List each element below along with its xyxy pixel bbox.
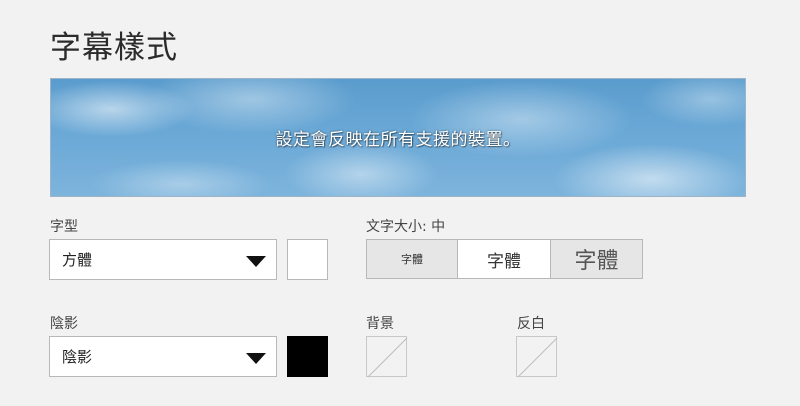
text-size-large-button[interactable]: 字體	[551, 240, 642, 278]
text-size-small-button[interactable]: 字體	[367, 240, 458, 278]
background-color-swatch[interactable]	[366, 336, 408, 378]
caption-preview: 設定會反映在所有支援的裝置。	[50, 78, 746, 197]
font-label: 字型	[50, 219, 78, 235]
font-dropdown[interactable]: 方體	[49, 239, 277, 280]
chevron-down-icon	[246, 353, 266, 364]
no-color-icon	[367, 337, 408, 378]
text-size-label: 文字大小: 中	[366, 219, 446, 235]
inverse-label: 反白	[517, 316, 545, 332]
preview-text: 設定會反映在所有支援的裝置。	[275, 130, 521, 150]
background-label: 背景	[366, 316, 394, 332]
no-color-icon	[517, 337, 558, 378]
chevron-down-icon	[246, 256, 266, 267]
page-title: 字幕樣式	[50, 30, 178, 66]
shadow-label: 陰影	[50, 316, 78, 332]
shadow-color-swatch[interactable]	[287, 336, 328, 377]
font-color-swatch[interactable]	[287, 239, 328, 280]
inverse-color-swatch[interactable]	[516, 336, 558, 378]
shadow-dropdown[interactable]: 陰影	[49, 336, 277, 377]
font-selected-value: 方體	[62, 251, 93, 269]
shadow-selected-value: 陰影	[62, 348, 93, 366]
text-size-medium-button[interactable]: 字體	[458, 240, 551, 278]
text-size-selector: 字體 字體 字體	[366, 239, 643, 279]
